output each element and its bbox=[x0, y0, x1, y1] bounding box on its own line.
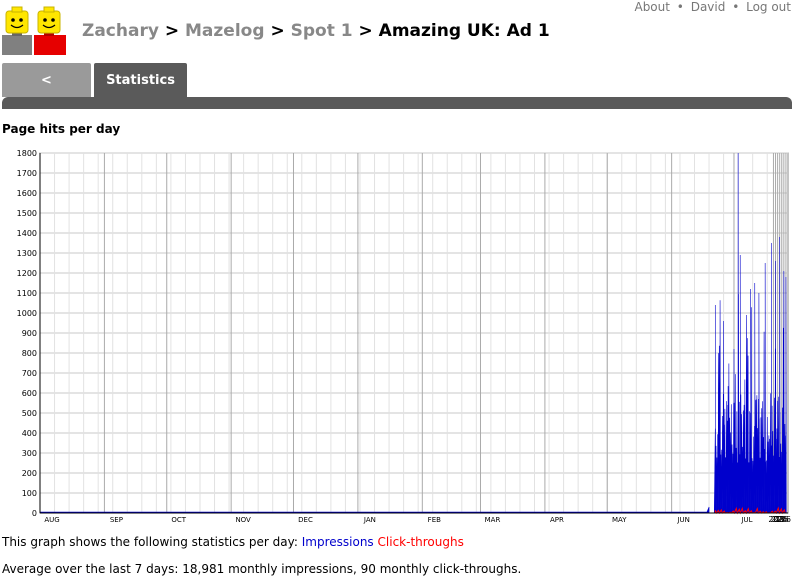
x-tick-label: AUG bbox=[44, 516, 59, 524]
x-tick-label: APR bbox=[550, 516, 564, 524]
y-tick-label: 700 bbox=[22, 369, 37, 378]
y-tick-label: 1200 bbox=[17, 269, 37, 278]
y-tick-label: 1600 bbox=[17, 189, 37, 198]
x-tick-label: MAY bbox=[612, 516, 627, 524]
y-tick-label: 1000 bbox=[17, 309, 37, 318]
y-tick-label: 600 bbox=[22, 389, 37, 398]
y-tick-label: 300 bbox=[22, 449, 37, 458]
y-tick-label: 1500 bbox=[17, 209, 37, 218]
breadcrumb-separator: > bbox=[358, 21, 373, 41]
page-title: Amazing UK: Ad 1 bbox=[378, 21, 550, 41]
x-tick-label: JAN bbox=[363, 516, 376, 524]
breadcrumb: Zachary > Mazelog > Spot 1 > Amazing UK:… bbox=[82, 21, 550, 41]
y-tick-label: 1400 bbox=[17, 229, 37, 238]
y-tick-label: 1700 bbox=[17, 169, 37, 178]
x-tick-label: NOV bbox=[235, 516, 251, 524]
lego-logo bbox=[2, 6, 66, 55]
breadcrumb-separator: > bbox=[270, 21, 285, 41]
x-tick-label: 26 bbox=[781, 515, 791, 524]
breadcrumb-spot[interactable]: Spot 1 bbox=[291, 21, 353, 41]
logout-link[interactable]: Log out bbox=[746, 0, 791, 14]
y-tick-label: 0 bbox=[32, 509, 37, 518]
y-tick-label: 500 bbox=[22, 409, 37, 418]
x-tick-label: DEC bbox=[298, 516, 313, 524]
breadcrumb-user[interactable]: Zachary bbox=[82, 21, 159, 41]
breadcrumb-site[interactable]: Mazelog bbox=[185, 21, 265, 41]
x-tick-label: OCT bbox=[171, 516, 186, 524]
x-tick-label: FEB bbox=[428, 516, 441, 524]
tab-back[interactable]: < bbox=[2, 63, 91, 97]
about-link[interactable]: About bbox=[634, 0, 669, 14]
nav-separator: • bbox=[676, 0, 684, 14]
y-tick-label: 800 bbox=[22, 349, 37, 358]
chart-title: Page hits per day bbox=[2, 122, 121, 136]
nav-separator: • bbox=[732, 0, 740, 14]
breadcrumb-separator: > bbox=[164, 21, 180, 41]
x-tick-label: JUN bbox=[676, 516, 689, 524]
y-tick-label: 900 bbox=[22, 329, 37, 338]
y-tick-label: 1100 bbox=[17, 289, 37, 298]
user-link[interactable]: David bbox=[691, 0, 726, 14]
average-summary: Average over the last 7 days: 18,981 mon… bbox=[2, 562, 522, 576]
x-tick-label: JUL bbox=[740, 516, 752, 524]
tab-statistics[interactable]: Statistics bbox=[94, 63, 187, 97]
tab-bar bbox=[2, 97, 792, 109]
x-tick-label: MAR bbox=[485, 516, 501, 524]
top-nav: About • David • Log out bbox=[634, 0, 791, 14]
legend-impressions: Impressions bbox=[301, 535, 374, 549]
y-tick-label: 200 bbox=[22, 469, 37, 478]
legend-clicks: Click-throughs bbox=[377, 535, 464, 549]
y-tick-label: 400 bbox=[22, 429, 37, 438]
x-tick-label: SEP bbox=[110, 516, 123, 524]
legend-prefix: This graph shows the following statistic… bbox=[2, 535, 298, 549]
hits-chart: 0 100 200 300 400 500 600 700 800 900 1000 1100 1200… bbox=[17, 149, 791, 524]
y-tick-label: 100 bbox=[22, 489, 37, 498]
y-tick-label: 1300 bbox=[17, 249, 37, 258]
chart-legend: This graph shows the following statistic… bbox=[2, 535, 464, 549]
y-tick-label: 1800 bbox=[17, 149, 37, 158]
